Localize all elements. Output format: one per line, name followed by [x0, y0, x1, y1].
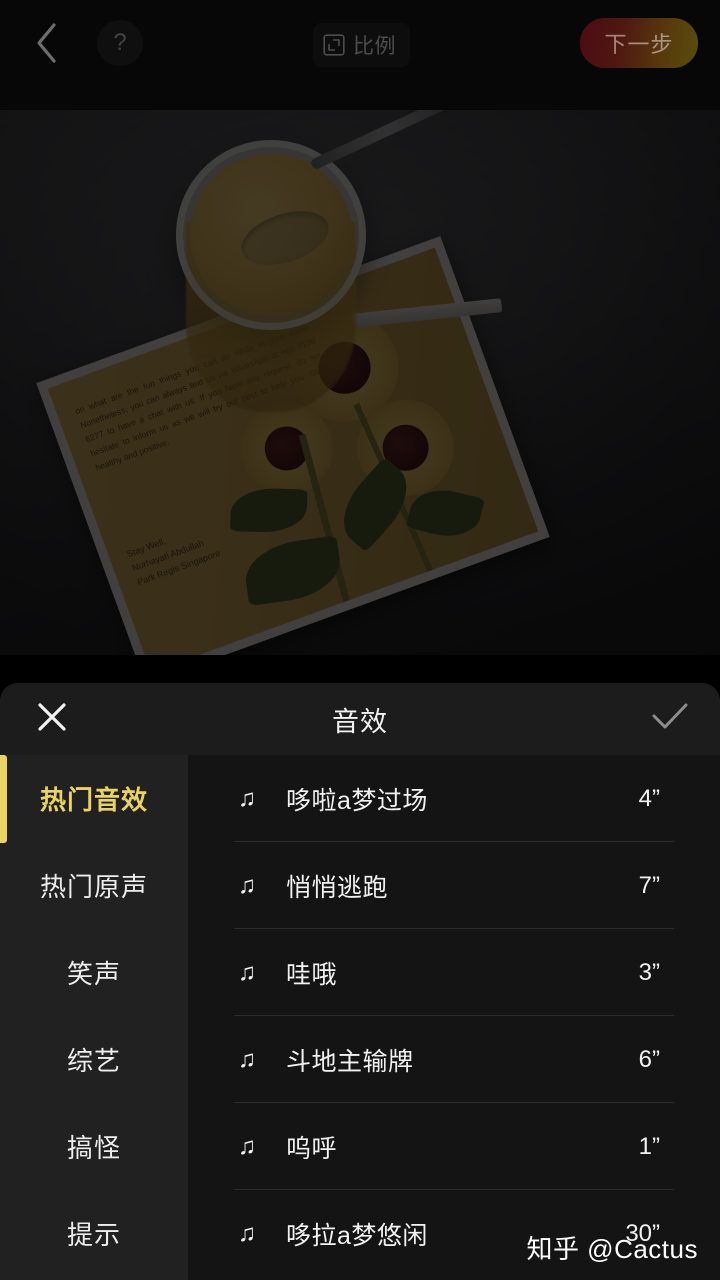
confirm-button[interactable]: [646, 695, 694, 743]
check-icon: [650, 702, 690, 737]
sidebar-item-laughter[interactable]: 笑声: [0, 929, 188, 1016]
question-mark-icon: ?: [113, 29, 127, 56]
category-sidebar[interactable]: 热门音效 热门原声 笑声 综艺 搞怪 提示: [0, 754, 188, 1280]
sound-duration: 6”: [638, 1045, 660, 1073]
sheet-title: 音效: [332, 706, 388, 737]
next-step-label: 下一步: [604, 32, 674, 57]
music-note-icon: ♫: [238, 871, 256, 899]
category-label: 搞怪: [66, 1133, 121, 1163]
list-item[interactable]: ♫ 哇哦 3”: [188, 929, 720, 1016]
active-indicator-bar: [0, 754, 7, 843]
category-label: 热门原声: [39, 872, 148, 902]
category-label: 提示: [66, 1220, 121, 1250]
category-label: 笑声: [66, 959, 121, 989]
chevron-left-icon: [32, 21, 62, 65]
sidebar-item-funny[interactable]: 搞怪: [0, 1103, 188, 1190]
sound-duration: 3”: [638, 958, 660, 986]
music-note-icon: ♫: [238, 1045, 256, 1073]
help-button[interactable]: ?: [97, 20, 143, 66]
category-label: 综艺: [66, 1046, 121, 1076]
sidebar-item-hot-original-audio[interactable]: 热门原声: [0, 842, 188, 929]
list-item[interactable]: ♫ 哆啦a梦过场 4”: [188, 755, 720, 842]
sheet-body: 热门音效 热门原声 笑声 综艺 搞怪 提示 ♫ 哆啦a梦过场 4” ♫ 悄悄逃跑…: [0, 754, 720, 1280]
sound-name: 斗地主输牌: [286, 1047, 414, 1076]
sound-list[interactable]: ♫ 哆啦a梦过场 4” ♫ 悄悄逃跑 7” ♫ 哇哦 3” ♫ 斗地主输牌 6”…: [188, 755, 720, 1280]
sidebar-item-notification[interactable]: 提示: [0, 1190, 188, 1277]
sidebar-item-hot-sound-effects[interactable]: 热门音效: [0, 754, 188, 843]
music-note-icon: ♫: [238, 958, 256, 986]
ratio-label: 比例: [353, 35, 396, 58]
music-note-icon: ♫: [238, 1132, 256, 1160]
sound-name: 呜呼: [286, 1134, 338, 1163]
editor-topbar: ? 比例 下一步: [0, 0, 720, 110]
next-step-button[interactable]: 下一步: [580, 18, 698, 68]
back-button[interactable]: [22, 18, 72, 68]
sound-name: 哆啦a梦过场: [286, 786, 428, 815]
category-label: 热门音效: [39, 785, 148, 815]
photo-image: on what are the fun things you can do wh…: [0, 110, 720, 655]
sound-name: 哆拉a梦悠闲: [286, 1221, 428, 1250]
sound-name: 哇哦: [286, 960, 338, 989]
music-note-icon: ♫: [238, 784, 256, 812]
sheet-scrim: [0, 655, 720, 685]
list-item[interactable]: ♫ 斗地主输牌 6”: [188, 1016, 720, 1103]
crop-ratio-icon: [323, 34, 345, 56]
card-signoff-text: Stay Well, Nurhayati Abdullah Park Regis…: [125, 535, 222, 587]
sound-duration: 4”: [638, 784, 660, 812]
music-note-icon: ♫: [238, 1219, 256, 1247]
list-item[interactable]: ♫ 呜呼 1”: [188, 1103, 720, 1190]
sheet-header: 音效: [0, 683, 720, 755]
ratio-button[interactable]: 比例: [313, 23, 410, 67]
list-item[interactable]: ♫ 悄悄逃跑 7”: [188, 842, 720, 929]
sound-duration: 1”: [638, 1132, 660, 1160]
sound-effects-sheet: 音效 热门音效 热门原声 笑声 综艺 搞怪 提示 ♫ 哆啦a梦过场 4” ♫ 悄…: [0, 683, 720, 1280]
sound-name: 悄悄逃跑: [286, 873, 389, 902]
sidebar-item-variety-show[interactable]: 综艺: [0, 1016, 188, 1103]
watermark: 知乎 @Cactus: [526, 1234, 698, 1264]
sound-duration: 7”: [638, 871, 660, 899]
photo-canvas[interactable]: on what are the fun things you can do wh…: [0, 110, 720, 655]
app-root: ? 比例 下一步 on what are the fun things you …: [0, 0, 720, 1280]
